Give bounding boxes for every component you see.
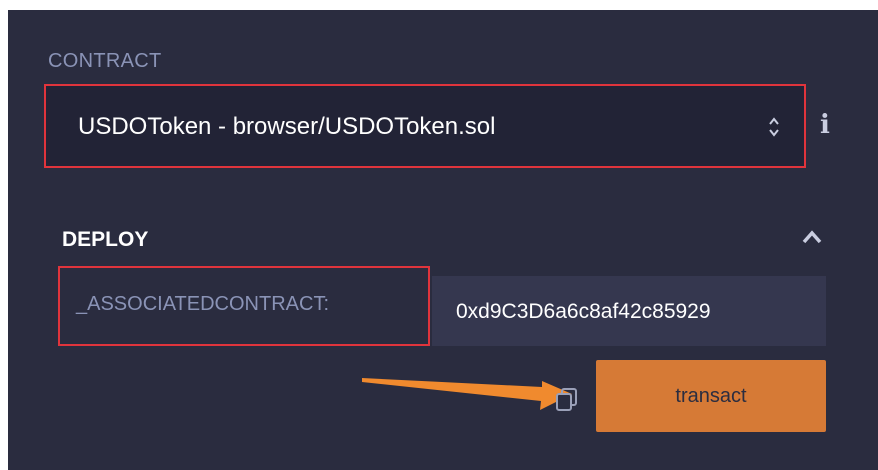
- contract-select[interactable]: USDOToken - browser/USDOToken.sol: [44, 84, 806, 168]
- contract-section-label: CONTRACT: [48, 50, 162, 72]
- associated-contract-label-highlight: _ASSOCIATEDCONTRACT:: [58, 266, 430, 346]
- associated-contract-value: 0xd9C3D6a6c8af42c85929: [456, 300, 711, 323]
- transact-button[interactable]: transact: [596, 360, 826, 432]
- copy-icon[interactable]: [554, 386, 580, 412]
- annotation-arrow: [362, 378, 572, 410]
- info-icon[interactable]: i: [820, 110, 830, 140]
- chevron-up-icon[interactable]: [800, 228, 824, 246]
- associated-contract-input[interactable]: 0xd9C3D6a6c8af42c85929: [432, 276, 826, 346]
- up-down-chevron-icon: [769, 117, 779, 137]
- contract-select-value: USDOToken - browser/USDOToken.sol: [78, 113, 496, 140]
- associated-contract-label: _ASSOCIATEDCONTRACT:: [76, 293, 329, 315]
- deploy-section-title: DEPLOY: [62, 228, 149, 251]
